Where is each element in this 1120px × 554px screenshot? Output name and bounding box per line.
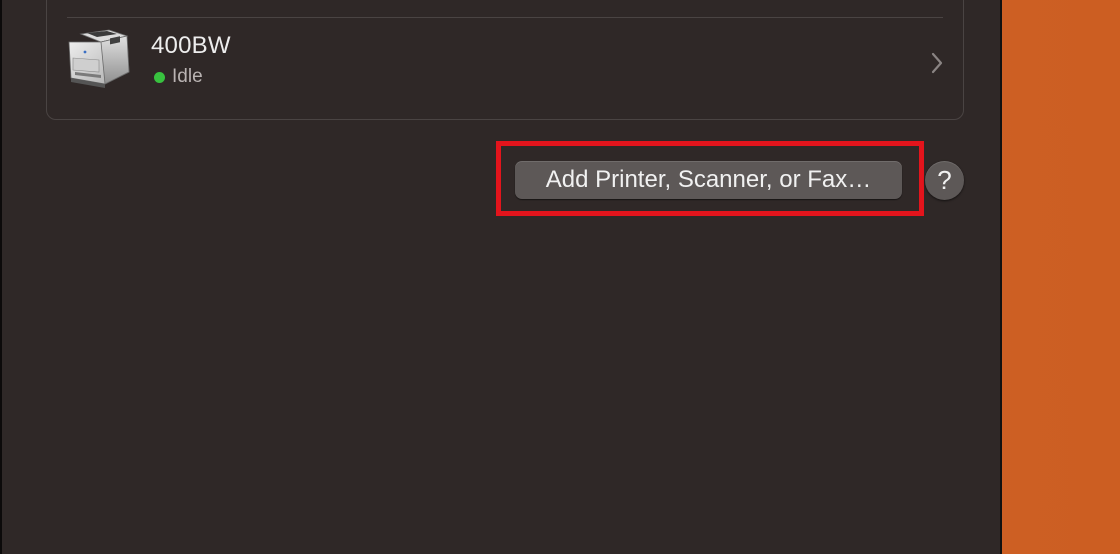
printer-row-400bw[interactable]: 400BW Idle — [47, 18, 963, 121]
printer-list: 400BW Idle — [46, 0, 964, 120]
chevron-right-icon[interactable] — [929, 50, 945, 76]
add-printer-button[interactable]: Add Printer, Scanner, or Fax… — [515, 161, 902, 199]
help-button[interactable]: ? — [925, 161, 964, 200]
status-dot-icon — [154, 71, 165, 83]
printer-name: 400BW — [151, 32, 231, 59]
printer-status-text: Idle — [172, 66, 203, 87]
printer-status: Idle — [154, 66, 203, 88]
printers-settings-window: 400BW Idle Add Printer, Scanner, or Fax…… — [0, 0, 1002, 554]
printer-icon — [65, 28, 133, 90]
